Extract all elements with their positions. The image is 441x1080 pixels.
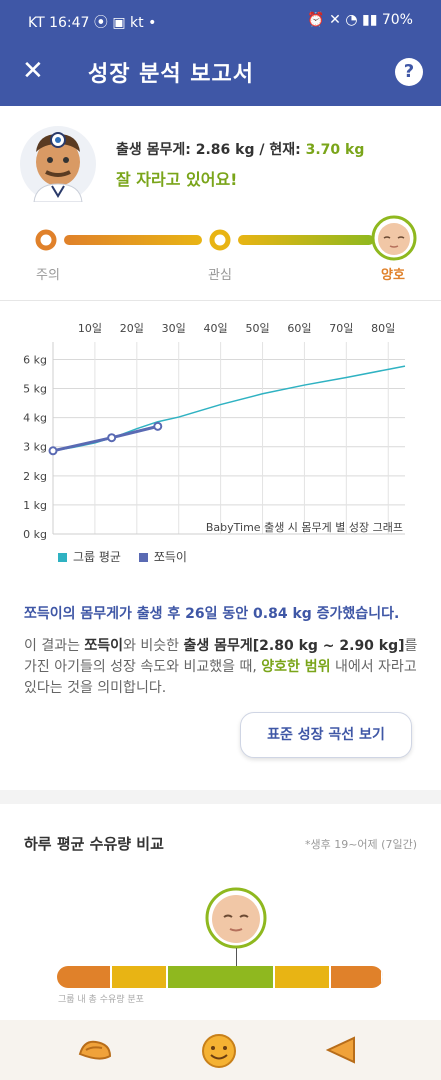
- chart-annotation: BabyTime 출생 시 몸무게 별 성장 그래프: [206, 521, 403, 534]
- intake-segment: [330, 966, 383, 988]
- x-tick-label: 10일: [78, 321, 102, 335]
- intake-title: 하루 평균 수유량 비교: [24, 835, 164, 853]
- bottom-navigation: [0, 1020, 441, 1080]
- status-right: ⏰ ✕ ◔ ▮▮ 70%: [307, 12, 413, 28]
- growth-message: 잘 자라고 있어요!: [116, 170, 238, 189]
- chart-legend: 그룹 평균 쪼득이: [58, 548, 187, 565]
- status-left: KT 16:47 ⦿ ▣ kt •: [28, 15, 157, 31]
- intake-period: *생후 19~어제 (7일간): [304, 838, 417, 851]
- step-good-baby-icon: [371, 215, 417, 261]
- page-title: 성장 분석 보고서: [88, 62, 254, 87]
- y-tick-label: 1 kg: [23, 499, 47, 512]
- baby-photo-icon: [205, 887, 267, 949]
- intake-segment: [57, 966, 113, 988]
- x-tick-label: 80일: [371, 321, 395, 335]
- status-bar: KT 16:47 ⦿ ▣ kt • ⏰ ✕ ◔ ▮▮ 70%: [0, 0, 441, 38]
- x-tick-label: 30일: [162, 321, 186, 335]
- data-point: [107, 433, 117, 443]
- legend-swatch-baby: [138, 553, 148, 562]
- birth-current-weight: 출생 몸무게: 2.86 kg / 현재: 3.70 kg: [116, 139, 364, 159]
- step-caution-dot: [35, 229, 57, 251]
- step-label-interest: 관심: [208, 268, 232, 283]
- intake-segment: [167, 966, 276, 988]
- y-tick-label: 6 kg: [23, 353, 47, 366]
- x-tick-label: 60일: [287, 321, 311, 335]
- bread-icon[interactable]: [76, 1034, 114, 1066]
- good-range: 양호한 범위: [261, 659, 331, 675]
- close-icon[interactable]: ✕: [22, 56, 44, 86]
- standard-growth-curve-button[interactable]: 표준 성장 곡선 보기: [240, 712, 412, 758]
- current-weight: 3.70 kg: [305, 142, 365, 158]
- step-label-caution: 주의: [36, 268, 60, 283]
- legend-label-baby: 쪼득이: [153, 550, 187, 564]
- divider: [0, 300, 441, 301]
- legend-swatch-group: [58, 553, 67, 562]
- track-segment-caution: [64, 235, 202, 245]
- growth-summary: 쪼득이의 몸무게가 출생 후 26일 동안 0.84 kg 증가했습니다.: [24, 606, 400, 622]
- birth-range: 출생 몸무게[2.80 kg ~ 2.90 kg]: [183, 638, 405, 654]
- x-tick-label: 40일: [204, 321, 228, 335]
- help-icon[interactable]: ?: [395, 58, 423, 86]
- x-tick-label: 70일: [329, 321, 353, 335]
- intake-caption: 그룹 내 총 수유량 분포: [58, 995, 144, 1005]
- intake-segment: [112, 966, 168, 988]
- back-arrow-icon[interactable]: [326, 1036, 358, 1064]
- app-bar: ✕ 성장 분석 보고서 ?: [0, 38, 441, 106]
- track-segment-interest: [238, 235, 374, 245]
- doctor-avatar: [20, 126, 96, 202]
- y-tick-label: 4 kg: [23, 412, 47, 425]
- para-text-1: 이 결과는: [24, 638, 85, 654]
- growth-explanation: 이 결과는 쪼득이와 비슷한 출생 몸무게[2.80 kg ~ 2.90 kg]…: [24, 636, 424, 699]
- x-tick-label: 20일: [120, 321, 144, 335]
- intake-marker-line: [236, 948, 237, 968]
- birth-weight-text: 출생 몸무게: 2.86 kg / 현재:: [116, 142, 306, 158]
- legend-label-group: 그룹 평균: [73, 550, 121, 564]
- y-tick-label: 5 kg: [23, 383, 47, 396]
- y-tick-label: 2 kg: [23, 470, 47, 483]
- step-label-good: 양호: [381, 268, 405, 283]
- data-point: [48, 446, 58, 456]
- y-tick-label: 0 kg: [23, 528, 47, 541]
- smile-icon[interactable]: [200, 1032, 238, 1070]
- intake-segment: [275, 966, 331, 988]
- data-point: [153, 421, 163, 431]
- step-interest-dot: [209, 229, 231, 251]
- x-tick-label: 50일: [245, 321, 269, 335]
- para-text-2: 와 비슷한: [123, 638, 184, 654]
- section-divider: [0, 790, 441, 804]
- intake-distribution-bar: [57, 966, 383, 988]
- growth-chart: 0 kg 1 kg 2 kg 3 kg 4 kg 5 kg 6 kg 10일 20일 30일 40일…: [23, 321, 406, 541]
- y-tick-label: 3 kg: [23, 441, 47, 454]
- baby-name: 쪼득이: [84, 638, 124, 654]
